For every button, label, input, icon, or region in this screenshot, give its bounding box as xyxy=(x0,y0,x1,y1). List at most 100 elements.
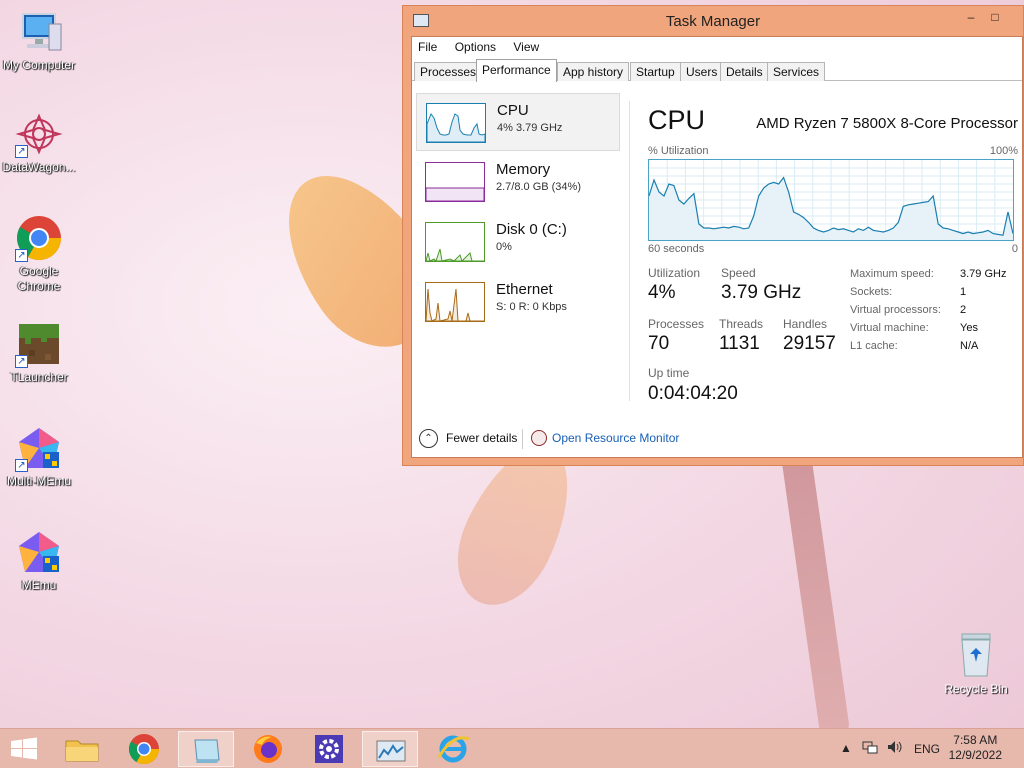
utilization-label: Utilization xyxy=(648,266,701,280)
desktop-icon-recycle-bin[interactable]: Recycle Bin xyxy=(938,632,1014,696)
maximize-button[interactable]: □ xyxy=(985,10,1005,28)
resource-name: CPU xyxy=(497,102,529,119)
tab-performance[interactable]: Performance xyxy=(476,59,557,82)
shortcut-arrow-icon: ↗ xyxy=(15,249,28,262)
resource-sub: 0% xyxy=(496,241,512,253)
resource-item-memory[interactable]: Memory 2.7/8.0 GB (34%) xyxy=(416,153,620,211)
speed-label: Speed xyxy=(721,266,756,280)
clock[interactable]: 7:58 AM 12/9/2022 xyxy=(949,733,1002,763)
tab-services[interactable]: Services xyxy=(767,62,826,81)
uptime-label: Up time xyxy=(648,366,690,380)
wallpaper-stem xyxy=(779,439,851,741)
title-bar[interactable]: Task Manager – □ xyxy=(403,6,1023,36)
desktop-icon-my-computer[interactable]: My Computer xyxy=(0,8,78,73)
menu-bar: File Options View xyxy=(412,37,1022,59)
speed-value: 3.79 GHz xyxy=(721,282,802,303)
resource-monitor-icon[interactable] xyxy=(531,430,547,446)
taskbar-chrome[interactable] xyxy=(116,731,172,767)
desktop-icon-multi-memu[interactable]: ↗ Multi-MEmu xyxy=(0,424,78,489)
resource-item-ethernet[interactable]: Ethernet S: 0 R: 0 Kbps xyxy=(416,273,620,331)
task-manager-icon xyxy=(376,740,406,762)
taskbar-internet-explorer[interactable] xyxy=(425,731,481,767)
taskbar: ▲ ENG 7:58 AM 12/9/2022 xyxy=(0,728,1024,768)
uptime-value: 0:04:04:20 xyxy=(648,383,738,404)
multi-memu-icon: ↗ xyxy=(15,424,63,472)
ethernet-thumbnail-graph xyxy=(425,282,485,322)
pane-divider xyxy=(629,101,630,401)
threads-value: 1131 xyxy=(719,333,760,354)
resource-item-cpu[interactable]: CPU 4% 3.79 GHz xyxy=(416,93,620,151)
internet-explorer-icon xyxy=(437,735,470,763)
memory-thumbnail-graph xyxy=(425,162,485,202)
taskbar-file-explorer[interactable] xyxy=(54,731,110,767)
desktop-icon-datawagon[interactable]: ↗ DataWagon... xyxy=(0,110,78,175)
spec-value-max-speed: 3.79 GHz xyxy=(960,268,1007,280)
resource-list: CPU 4% 3.79 GHz Memory 2.7/8.0 GB (34%) … xyxy=(416,93,622,413)
desktop-icon-tlauncher[interactable]: ↗ TLauncher xyxy=(0,320,78,385)
spec-value-virtual-machine: Yes xyxy=(960,322,978,334)
window-body: File Options View Processes Performance … xyxy=(411,36,1023,458)
language-indicator[interactable]: ENG xyxy=(914,742,940,756)
shortcut-arrow-icon: ↗ xyxy=(15,145,28,158)
windows-logo-icon xyxy=(11,737,37,760)
show-hidden-icons-button[interactable]: ▲ xyxy=(840,741,852,755)
processes-value: 70 xyxy=(648,333,670,354)
network-icon[interactable] xyxy=(862,739,878,758)
desktop-icon-label: TLauncher xyxy=(10,370,68,384)
cpu-heading: CPU xyxy=(648,105,706,135)
handles-value: 29157 xyxy=(783,333,836,354)
taskbar-task-manager[interactable] xyxy=(362,731,418,767)
clock-time: 7:58 AM xyxy=(953,733,998,747)
menu-options[interactable]: Options xyxy=(455,40,496,54)
taskbar-firefox[interactable] xyxy=(240,731,296,767)
tab-processes[interactable]: Processes xyxy=(414,62,483,81)
cpu-graph-svg xyxy=(649,160,1013,240)
desktop-icon-memu[interactable]: MEmu xyxy=(0,528,78,593)
resource-sub: S: 0 R: 0 Kbps xyxy=(496,301,567,313)
tab-users[interactable]: Users xyxy=(680,62,724,81)
shortcut-arrow-icon: ↗ xyxy=(15,355,28,368)
chevron-up-icon[interactable]: ⌃ xyxy=(419,429,438,448)
spec-key-max-speed: Maximum speed: xyxy=(850,268,934,280)
window-title: Task Manager xyxy=(665,13,761,30)
spec-value-virtual-processors: 2 xyxy=(960,304,967,316)
spec-key-sockets: Sockets: xyxy=(850,286,893,298)
minecraft-grass-icon: ↗ xyxy=(15,320,63,368)
spec-key-virtual-processors: Virtual processors: xyxy=(850,304,941,316)
fewer-details-link[interactable]: Fewer details xyxy=(446,431,517,445)
chrome-icon xyxy=(128,734,159,765)
minimize-button[interactable]: – xyxy=(961,10,981,28)
datawagon-icon: ↗ xyxy=(15,110,63,158)
start-button[interactable] xyxy=(0,731,48,767)
desktop-icon-google-chrome[interactable]: ↗ Google Chrome xyxy=(0,214,78,294)
processes-label: Processes xyxy=(648,317,705,331)
utilization-max-label: 100% xyxy=(989,145,1018,157)
desktop-icon-label: My Computer xyxy=(2,58,76,72)
menu-view[interactable]: View xyxy=(513,40,539,54)
open-resource-monitor-link[interactable]: Open Resource Monitor xyxy=(552,431,679,445)
cpu-thumbnail-graph xyxy=(426,103,486,143)
clock-date: 12/9/2022 xyxy=(948,748,1002,762)
taskbar-settings[interactable] xyxy=(301,731,357,767)
memu-icon xyxy=(15,528,63,576)
tab-app-history[interactable]: App history xyxy=(557,62,630,81)
spec-value-sockets: 1 xyxy=(960,286,967,298)
recycle-bin-label: Recycle Bin xyxy=(944,682,1008,696)
threads-label: Threads xyxy=(719,317,764,331)
tab-startup[interactable]: Startup xyxy=(630,62,681,81)
taskbar-notepad[interactable] xyxy=(178,731,234,767)
resource-item-disk[interactable]: Disk 0 (C:) 0% xyxy=(416,213,620,271)
cpu-model: AMD Ryzen 7 5800X 8-Core Processor xyxy=(756,115,1018,132)
desktop-icon-label: Multi-MEmu xyxy=(6,474,71,488)
desktop-icon-label: Google Chrome xyxy=(17,264,61,293)
tab-details[interactable]: Details xyxy=(720,62,769,81)
recycle-bin-icon xyxy=(956,632,996,678)
cpu-detail-pane: CPU AMD Ryzen 7 5800X 8-Core Processor %… xyxy=(648,93,1018,413)
menu-file[interactable]: File xyxy=(418,40,437,54)
spec-value-l1-cache: N/A xyxy=(960,340,979,352)
disk-thumbnail-graph xyxy=(425,222,485,262)
spec-key-virtual-machine: Virtual machine: xyxy=(850,322,929,334)
desktop-icon-label: DataWagon... xyxy=(2,160,76,174)
volume-icon[interactable] xyxy=(886,739,904,758)
utilization-axis-label: % Utilization xyxy=(648,145,709,157)
